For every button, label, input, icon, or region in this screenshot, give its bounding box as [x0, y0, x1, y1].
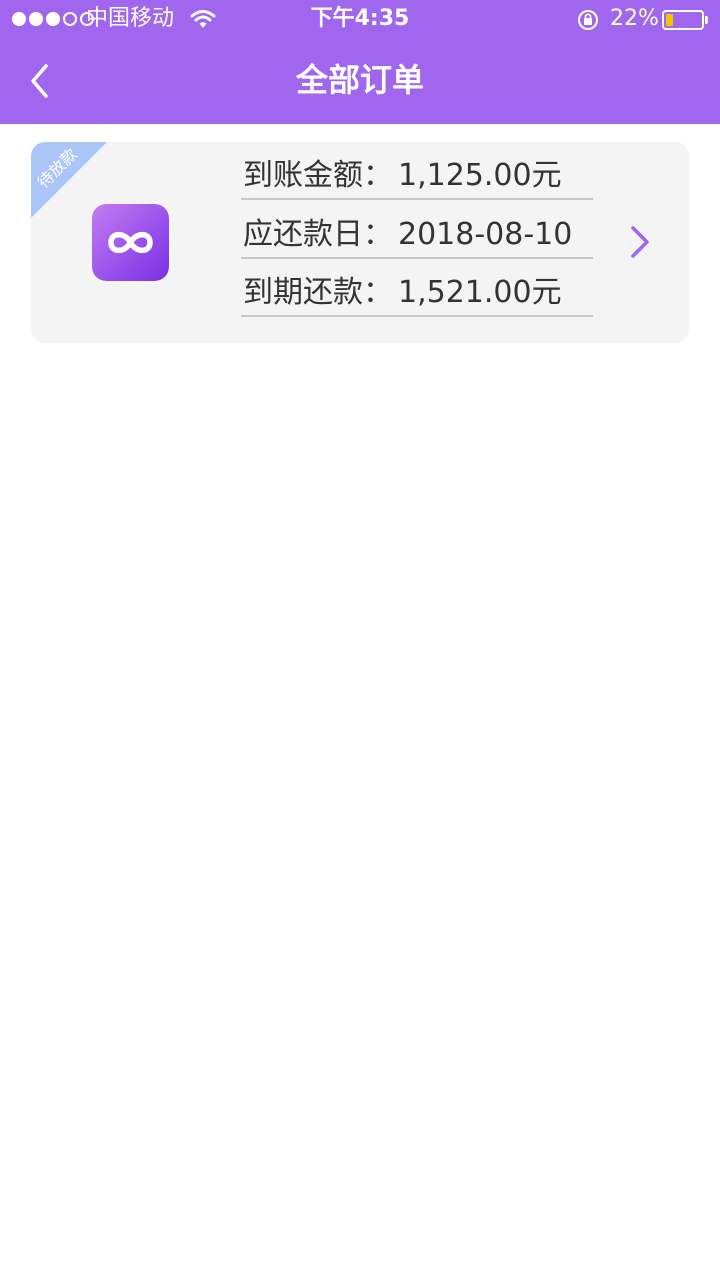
- chevron-right-icon[interactable]: [627, 224, 653, 260]
- rotation-lock-icon: [578, 10, 598, 30]
- status-bar: 中国移动 下午4:35 22%: [0, 0, 720, 40]
- received-amount-label: 到账金额：: [243, 158, 393, 193]
- battery-tip: [705, 16, 708, 24]
- repayment-amount-label: 到期还款：: [243, 275, 393, 310]
- received-amount-row: 到账金额： 1,125.00元: [241, 142, 593, 200]
- due-date-row: 应还款日： 2018-08-10: [241, 201, 593, 259]
- order-card[interactable]: 待放款 到账金额： 1,125.00元 应还款日： 2018-08-10 到期还…: [31, 142, 689, 343]
- app-logo-icon: [92, 204, 169, 281]
- received-amount-value: 1,125.00元: [398, 158, 562, 193]
- repayment-amount-row: 到期还款： 1,521.00元: [241, 259, 593, 317]
- page-title: 全部订单: [295, 61, 424, 99]
- due-date-value: 2018-08-10: [398, 217, 573, 252]
- battery-icon: [662, 10, 704, 30]
- status-ribbon: 待放款: [31, 142, 107, 218]
- battery-percent: 22%: [610, 6, 659, 31]
- header-bar: 中国移动 下午4:35 22% 全部订单: [0, 0, 720, 124]
- battery-level: [666, 14, 673, 26]
- repayment-amount-value: 1,521.00元: [398, 275, 562, 310]
- due-date-label: 应还款日：: [243, 217, 393, 252]
